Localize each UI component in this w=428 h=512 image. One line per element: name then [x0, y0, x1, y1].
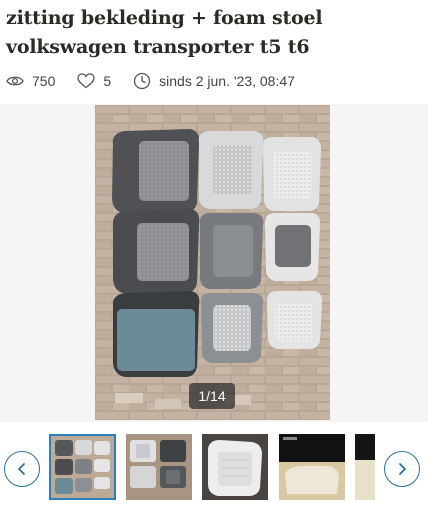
chevron-left-icon: [18, 463, 25, 475]
thumbnail-1[interactable]: [49, 434, 116, 500]
views-stat: 750: [6, 73, 55, 89]
previous-image-button[interactable]: [4, 451, 40, 487]
thumbnail-4[interactable]: [279, 434, 345, 500]
since-date: sinds 2 jun. '23, 08:47: [159, 73, 295, 89]
heart-icon: [77, 73, 96, 89]
listing-meta: 750 5 sinds 2 jun. '23, 08:47: [6, 70, 317, 92]
eye-icon: [6, 76, 24, 86]
listing-title: zitting bekleding + foam stoel volkswage…: [6, 7, 323, 58]
favorites-stat: 5: [77, 73, 111, 89]
views-count: 750: [32, 73, 56, 89]
image-counter: 1/14: [189, 383, 235, 409]
thumbnail-3[interactable]: [202, 434, 268, 500]
thumbnail-2[interactable]: [126, 434, 192, 500]
since-stat: sinds 2 jun. '23, 08:47: [133, 72, 295, 90]
next-image-button[interactable]: [384, 451, 420, 487]
thumbnail-5[interactable]: [355, 434, 375, 500]
chevron-right-icon: [399, 463, 406, 475]
favorites-count: 5: [103, 73, 112, 89]
main-photo[interactable]: [95, 105, 330, 420]
clock-icon: [134, 72, 151, 90]
